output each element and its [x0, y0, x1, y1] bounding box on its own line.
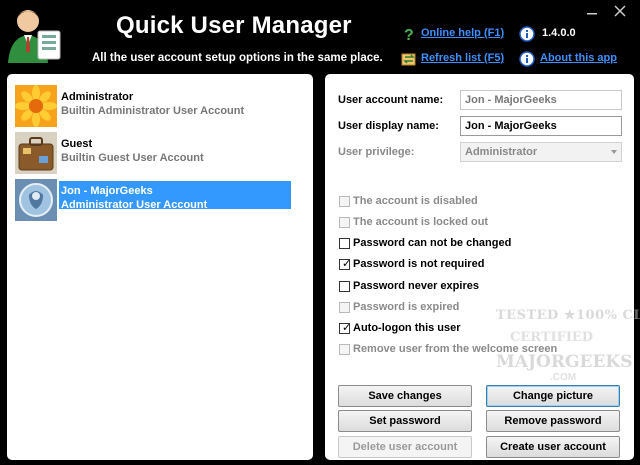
- checkbox-checked[interactable]: ✓: [339, 322, 352, 334]
- account-name-field[interactable]: Jon - MajorGeeks: [460, 90, 622, 110]
- version-label: 1.4.0.0: [542, 27, 576, 39]
- create-user-button[interactable]: Create user account: [486, 436, 620, 458]
- checkmark-icon: ✓: [342, 258, 352, 270]
- checkmark-icon: ✓: [342, 322, 352, 334]
- display-name-label: User display name:: [338, 120, 439, 132]
- refresh-icon: [401, 53, 416, 66]
- watermark-line: MAJORGEEKS: [496, 352, 633, 372]
- option-label: Password is expired: [353, 301, 460, 313]
- user-list-panel: Administrator Builtin Administrator User…: [4, 71, 316, 463]
- option-label: Password is not required: [353, 258, 485, 270]
- svg-text:?: ?: [404, 27, 414, 42]
- user-name: Administrator: [61, 91, 134, 103]
- watermark-line: CERTIFIED: [510, 330, 594, 345]
- suitcase-avatar-icon: [15, 132, 57, 174]
- remove-password-button[interactable]: Remove password: [486, 410, 620, 432]
- watermark-line: TESTED ★100% CLEAN: [496, 308, 640, 323]
- user-name: Guest: [61, 138, 93, 150]
- display-name-field[interactable]: Jon - MajorGeeks: [460, 116, 622, 136]
- flower-avatar-icon: [15, 85, 57, 127]
- header: Quick User Manager All the user account …: [0, 0, 640, 68]
- option-label: Auto-logon this user: [353, 322, 461, 334]
- user-list-item-administrator[interactable]: Administrator Builtin Administrator User…: [15, 85, 293, 127]
- user-list-item-guest[interactable]: Guest Builtin Guest User Account: [15, 132, 293, 174]
- user-list-item-jon-majorgeeks[interactable]: Jon - MajorGeeks Administrator User Acco…: [15, 179, 293, 221]
- minimize-icon[interactable]: [584, 4, 600, 18]
- account-name-label: User account name:: [338, 94, 444, 106]
- checkbox[interactable]: [339, 281, 350, 292]
- user-description: Builtin Administrator User Account: [61, 105, 245, 117]
- privilege-value: Administrator: [465, 146, 538, 158]
- app-subtitle: All the user account setup options in th…: [92, 52, 383, 64]
- help-icon: ?: [404, 27, 414, 42]
- user-manager-logo-icon: [8, 10, 61, 63]
- app-window: Quick User Manager All the user account …: [0, 0, 640, 465]
- refresh-list-link[interactable]: Refresh list (F5): [421, 52, 504, 64]
- user-description: Administrator User Account: [61, 199, 208, 211]
- privilege-label: User privilege:: [338, 146, 415, 158]
- delete-user-button[interactable]: Delete user account: [338, 436, 472, 458]
- set-password-button[interactable]: Set password: [338, 410, 472, 432]
- checkbox[interactable]: [339, 238, 350, 249]
- option-label: Password never expires: [353, 280, 479, 292]
- majorgeeks-avatar-icon: [15, 179, 57, 221]
- option-label: The account is locked out: [353, 216, 489, 228]
- privilege-select[interactable]: Administrator: [460, 142, 622, 162]
- majorgeeks-watermark: TESTED ★100% CLEAN CERTIFIED MAJORGEEKS …: [490, 308, 640, 386]
- checkbox[interactable]: [339, 302, 350, 313]
- checkbox-checked[interactable]: ✓: [339, 258, 352, 270]
- watermark-line: .COM: [550, 372, 577, 383]
- user-description: Builtin Guest User Account: [61, 152, 204, 164]
- about-link[interactable]: About this app: [540, 52, 617, 64]
- online-help-link[interactable]: Online help (F1): [421, 27, 504, 39]
- about-info-icon: [519, 51, 535, 67]
- save-changes-button[interactable]: Save changes: [338, 385, 472, 407]
- option-label: The account is disabled: [353, 195, 478, 207]
- chevron-down-icon: [611, 150, 617, 154]
- info-icon: [519, 26, 535, 42]
- app-title: Quick User Manager: [116, 12, 352, 39]
- close-icon[interactable]: [612, 4, 628, 18]
- user-name: Jon - MajorGeeks: [61, 185, 153, 197]
- checkbox[interactable]: [339, 344, 350, 355]
- account-details-panel: User account name: Jon - MajorGeeks User…: [322, 71, 637, 463]
- checkbox[interactable]: [339, 196, 350, 207]
- change-picture-button[interactable]: Change picture: [486, 385, 620, 407]
- option-label: Password can not be changed: [353, 237, 512, 249]
- checkbox[interactable]: [339, 217, 350, 228]
